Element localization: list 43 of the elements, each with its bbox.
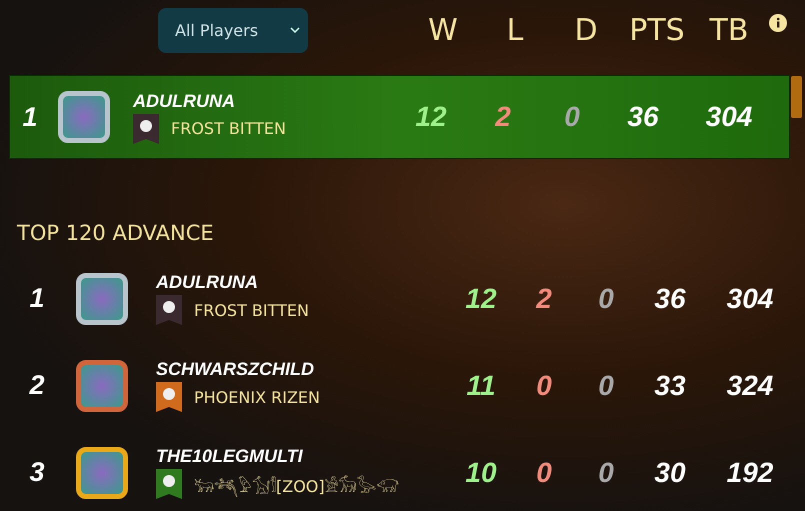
stat-value: 192 xyxy=(726,456,774,488)
player-name[interactable]: THE10LEGMULTI xyxy=(156,446,400,467)
stat-value: 36 xyxy=(626,101,660,133)
stat-value: 0 xyxy=(563,101,581,133)
player-name[interactable]: ADULRUNA xyxy=(156,272,309,293)
info-icon[interactable] xyxy=(769,14,787,32)
stat-value: 12 xyxy=(414,101,448,133)
stat-value: 36 xyxy=(653,282,687,314)
rank-number: 1 xyxy=(28,283,46,314)
guild-name: 𓃒𓆈𓅱𓃩𓀾[ZOO]𓀀𓃘𓅭𓃟 xyxy=(194,474,400,497)
highlighted-player-row[interactable]: 1 ADULRUNA FROST BITTEN 12 2 0 36 304 xyxy=(9,75,790,159)
stat-value: 0 xyxy=(597,370,615,402)
column-header: PTS xyxy=(628,12,686,48)
stat-value: 12 xyxy=(464,282,498,314)
stat-value: 324 xyxy=(726,370,774,402)
player-name: ADULRUNA xyxy=(133,90,236,112)
caret-icon xyxy=(290,27,300,33)
rank-number: 1 xyxy=(21,102,39,132)
stat-value: 304 xyxy=(704,101,754,133)
column-header: L xyxy=(506,12,524,48)
stat-value: 33 xyxy=(653,370,687,402)
column-header: W xyxy=(427,12,459,48)
stat-value: 11 xyxy=(465,370,497,402)
column-header: D xyxy=(573,12,599,48)
column-header: TB xyxy=(708,12,750,48)
rank-number: 3 xyxy=(28,457,46,488)
section-title: TOP 120 ADVANCE xyxy=(17,221,215,245)
rank-number: 2 xyxy=(28,370,46,401)
guild-name: FROST BITTEN xyxy=(171,119,286,138)
guild-name: FROST BITTEN xyxy=(194,300,309,320)
stat-value: 10 xyxy=(464,456,498,488)
stat-value: 30 xyxy=(653,456,687,488)
stat-value: 304 xyxy=(726,282,774,314)
stat-value: 0 xyxy=(597,282,615,314)
stat-value: 0 xyxy=(535,456,553,488)
scrollbar-thumb[interactable] xyxy=(791,76,802,118)
guild-name: PHOENIX RIZEN xyxy=(194,388,320,406)
player-filter-dropdown[interactable]: All Players xyxy=(158,8,308,52)
stat-value: 0 xyxy=(597,456,615,488)
stat-value: 2 xyxy=(534,282,553,314)
stat-value: 0 xyxy=(535,370,553,402)
stat-value: 2 xyxy=(494,101,512,133)
player-name[interactable]: SCHWARSZCHILD xyxy=(156,359,320,380)
